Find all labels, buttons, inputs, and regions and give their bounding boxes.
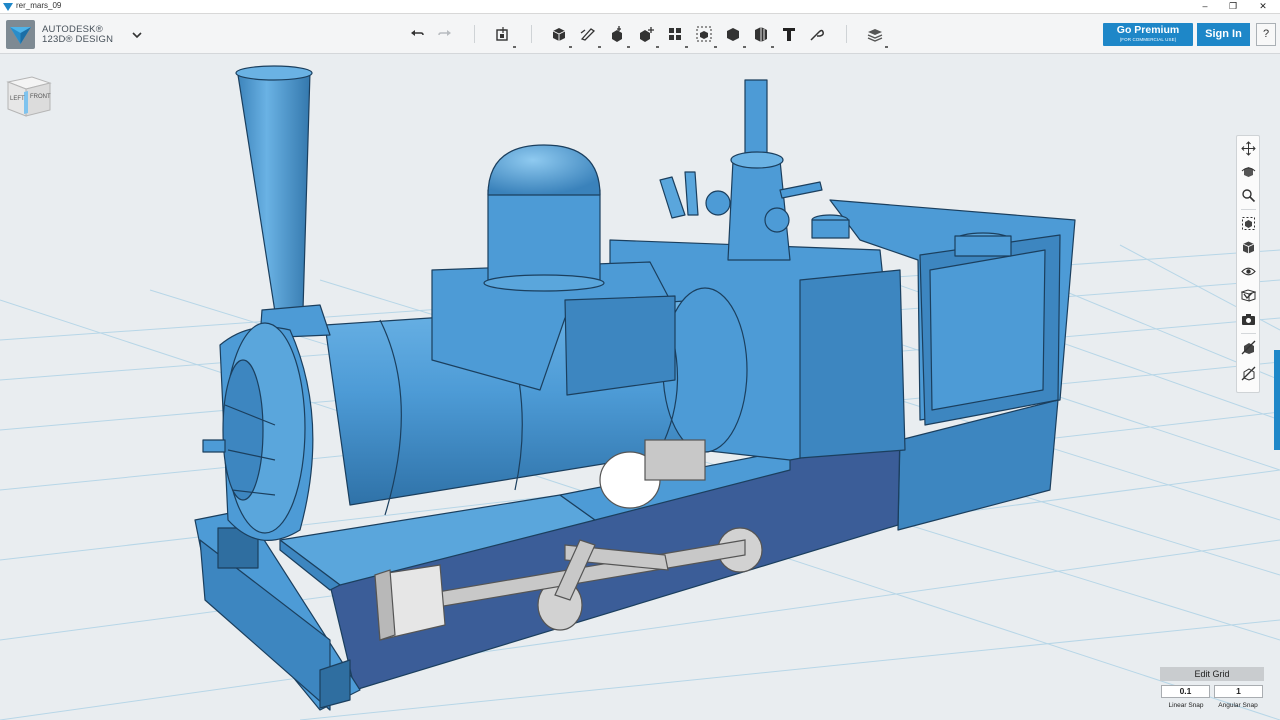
pattern-button[interactable] xyxy=(664,23,688,48)
minimize-button[interactable]: ‒ xyxy=(1190,0,1220,14)
help-button[interactable]: ? xyxy=(1256,23,1276,46)
materials-outlines-icon xyxy=(1241,289,1256,302)
edit-grid-button[interactable]: Edit Grid xyxy=(1160,667,1264,681)
sketch-button[interactable] xyxy=(577,23,601,48)
go-premium-button[interactable]: Go Premium (FOR COMMERCIAL USE) xyxy=(1103,23,1193,46)
orbit-icon xyxy=(1241,167,1256,177)
app-logo-icon xyxy=(3,3,13,11)
solids-visibility-button[interactable] xyxy=(1240,365,1257,382)
solids-visibility-icon xyxy=(1241,366,1256,381)
primitives-icon xyxy=(552,28,566,41)
text-icon xyxy=(783,28,795,41)
premium-sublabel: (FOR COMMERCIAL USE) xyxy=(1119,37,1177,42)
chevron-down-icon[interactable] xyxy=(130,28,144,42)
sketch-icon xyxy=(580,28,596,41)
snap-button[interactable] xyxy=(806,23,828,45)
view-icon xyxy=(1242,241,1255,254)
modify-icon xyxy=(640,27,654,42)
combine-icon xyxy=(727,28,739,41)
view-button[interactable] xyxy=(1240,239,1257,256)
pan-icon xyxy=(1241,141,1256,156)
viewcube-left-label: LEFT xyxy=(10,96,25,102)
construct-icon xyxy=(612,26,622,42)
undo-icon xyxy=(411,30,424,36)
brand-name: AUTODESK® 123D® DESIGN xyxy=(42,25,113,45)
title-bar: rer_mars_09 ‒ ❐ ✕ xyxy=(0,0,1280,14)
angular-snap-field[interactable]: 1 xyxy=(1214,685,1263,698)
combine-button[interactable] xyxy=(722,23,746,48)
zoom-button[interactable] xyxy=(1240,187,1257,204)
navigation-bar xyxy=(1236,135,1260,393)
premium-label: Go Premium xyxy=(1116,24,1180,36)
view-cube[interactable]: LEFT FRONT xyxy=(0,72,52,118)
sign-in-button[interactable]: Sign In xyxy=(1197,23,1250,46)
3d-viewport[interactable]: LEFT FRONT xyxy=(0,55,1280,720)
brand-line-2: 123D® DESIGN xyxy=(42,34,114,45)
fit-button[interactable] xyxy=(1240,215,1257,232)
transform-button[interactable] xyxy=(492,23,516,48)
scene-canvas[interactable] xyxy=(0,55,1280,720)
redo-icon xyxy=(438,30,451,36)
pattern-icon xyxy=(669,28,681,40)
primitives-button[interactable] xyxy=(548,23,572,48)
grouping-icon xyxy=(696,26,712,42)
undo-button[interactable] xyxy=(406,23,428,45)
orbit-button[interactable] xyxy=(1240,163,1257,180)
grid-panel: Edit Grid 0.1 1 Linear Snap Angular Snap xyxy=(1160,667,1264,713)
angular-snap-caption: Angular Snap xyxy=(1218,702,1258,709)
viewcube-front-label: FRONT xyxy=(30,94,51,100)
mesh-visibility-icon xyxy=(1241,340,1256,355)
camera-button[interactable] xyxy=(1240,311,1257,328)
material-button[interactable] xyxy=(864,23,888,48)
snap-icon xyxy=(810,29,824,41)
construct-button[interactable] xyxy=(606,23,630,48)
redo-button[interactable] xyxy=(434,23,456,45)
maximize-button[interactable]: ❐ xyxy=(1218,0,1248,14)
visibility-button[interactable] xyxy=(1240,263,1257,280)
camera-icon xyxy=(1242,314,1255,325)
visibility-icon xyxy=(1241,267,1256,276)
measure-icon xyxy=(755,27,767,42)
close-button[interactable]: ✕ xyxy=(1248,0,1278,14)
grouping-button[interactable] xyxy=(693,23,717,48)
materials-outlines-button[interactable] xyxy=(1240,287,1257,304)
transform-icon xyxy=(496,27,508,41)
window-title: rer_mars_09 xyxy=(16,1,62,10)
modify-button[interactable] xyxy=(635,23,659,48)
main-toolbar: AUTODESK® 123D® DESIGN Go Premium (FOR C… xyxy=(0,14,1280,54)
linear-snap-caption: Linear Snap xyxy=(1168,702,1204,709)
mesh-visibility-button[interactable] xyxy=(1240,339,1257,356)
text-button[interactable] xyxy=(778,23,800,45)
autodesk-123d-logo-icon[interactable] xyxy=(6,20,35,49)
measure-button[interactable] xyxy=(750,23,774,48)
material-icon xyxy=(867,29,883,42)
linear-snap-field[interactable]: 0.1 xyxy=(1161,685,1210,698)
pan-button[interactable] xyxy=(1240,140,1257,157)
fit-icon xyxy=(1242,217,1255,230)
zoom-icon xyxy=(1242,189,1256,203)
side-panel-tab[interactable] xyxy=(1274,350,1280,450)
